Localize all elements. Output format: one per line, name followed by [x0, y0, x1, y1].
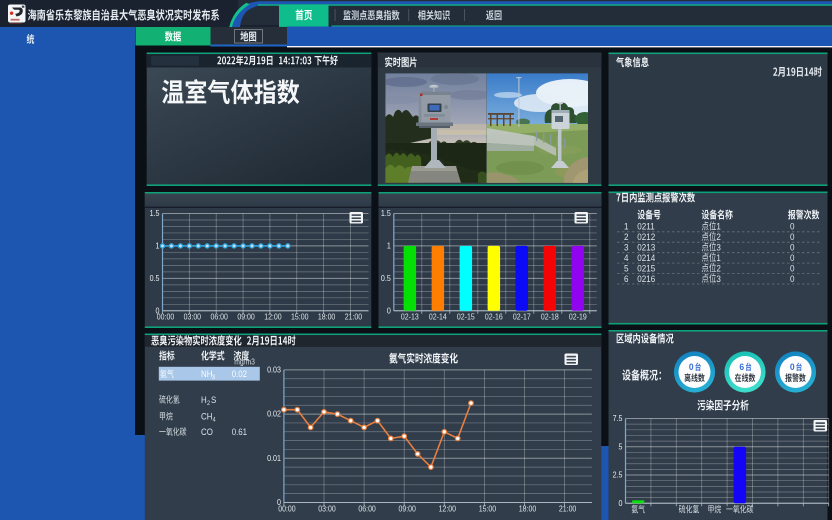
- svg-text:18:00: 18:00: [519, 504, 536, 514]
- svg-text:3: 3: [624, 242, 629, 253]
- svg-text:0213: 0213: [637, 242, 655, 253]
- svg-text:15:00: 15:00: [479, 504, 496, 514]
- svg-text:02-13: 02-13: [401, 312, 419, 322]
- svg-text:0214: 0214: [637, 252, 655, 263]
- svg-text:CH: CH: [201, 411, 212, 422]
- svg-text:0.5: 0.5: [150, 274, 160, 283]
- svg-text:S: S: [211, 394, 216, 405]
- svg-text:00:00: 00:00: [157, 312, 174, 322]
- svg-text:0: 0: [790, 242, 795, 253]
- svg-text:5: 5: [624, 263, 629, 274]
- svg-text:02-16: 02-16: [485, 312, 503, 322]
- svg-text:09:00: 09:00: [398, 504, 415, 514]
- svg-text:0216: 0216: [637, 273, 655, 284]
- svg-text:3: 3: [716, 242, 721, 253]
- svg-text:0212: 0212: [637, 231, 655, 242]
- svg-text:0: 0: [387, 306, 391, 315]
- svg-text:0: 0: [689, 362, 694, 373]
- svg-text:12:00: 12:00: [264, 312, 281, 322]
- svg-text:1.5: 1.5: [150, 209, 160, 218]
- svg-text:0215: 0215: [637, 263, 655, 274]
- svg-text:02-18: 02-18: [541, 312, 559, 322]
- svg-text:02-19: 02-19: [569, 312, 587, 322]
- svg-text:mg/m3: mg/m3: [234, 357, 255, 367]
- svg-text:0.02: 0.02: [267, 409, 281, 418]
- svg-text:02-15: 02-15: [457, 312, 475, 322]
- svg-text:0.01: 0.01: [267, 454, 281, 463]
- svg-text:12:00: 12:00: [439, 504, 456, 514]
- svg-text:0.61: 0.61: [232, 426, 248, 437]
- svg-text:2: 2: [716, 231, 721, 242]
- svg-text:2.5: 2.5: [613, 470, 623, 479]
- svg-text:1: 1: [387, 241, 391, 250]
- svg-text:0211: 0211: [637, 221, 654, 232]
- svg-text:1: 1: [716, 252, 721, 263]
- svg-text:0: 0: [790, 362, 795, 373]
- svg-text:1: 1: [716, 221, 721, 232]
- svg-text:1: 1: [624, 221, 629, 232]
- svg-text:00:00: 00:00: [278, 504, 295, 514]
- svg-text:0: 0: [790, 252, 795, 263]
- svg-text:0: 0: [619, 499, 623, 508]
- svg-text:06:00: 06:00: [210, 312, 227, 322]
- svg-text:0.03: 0.03: [267, 365, 281, 374]
- svg-text:4: 4: [624, 252, 629, 263]
- svg-text:6: 6: [624, 273, 629, 284]
- svg-text:03:00: 03:00: [318, 504, 335, 514]
- svg-text:0: 0: [790, 221, 795, 232]
- svg-text:NH: NH: [201, 369, 212, 380]
- svg-text:5: 5: [619, 442, 623, 451]
- svg-text:09:00: 09:00: [237, 312, 254, 322]
- svg-text:6: 6: [739, 362, 744, 373]
- svg-text:02-14: 02-14: [429, 312, 447, 322]
- svg-text:15:00: 15:00: [291, 312, 308, 322]
- svg-text:06:00: 06:00: [358, 504, 375, 514]
- svg-text:0: 0: [790, 263, 795, 274]
- svg-text:7.5: 7.5: [613, 414, 623, 423]
- svg-text:21:00: 21:00: [559, 504, 576, 514]
- svg-text:0.5: 0.5: [381, 274, 391, 283]
- svg-text:3: 3: [716, 273, 721, 284]
- svg-text:2: 2: [716, 263, 721, 274]
- svg-text:2: 2: [624, 231, 629, 242]
- svg-text:03:00: 03:00: [184, 312, 201, 322]
- svg-text:0.02: 0.02: [232, 369, 248, 380]
- svg-text:18:00: 18:00: [318, 312, 335, 322]
- svg-text:0: 0: [790, 273, 795, 284]
- svg-text:02-17: 02-17: [513, 312, 531, 322]
- svg-text:21:00: 21:00: [345, 312, 362, 322]
- svg-text:H: H: [201, 394, 207, 405]
- svg-text:1.5: 1.5: [381, 209, 391, 218]
- svg-text:CO: CO: [201, 426, 213, 437]
- svg-text:0: 0: [790, 231, 795, 242]
- svg-text:1: 1: [156, 241, 160, 250]
